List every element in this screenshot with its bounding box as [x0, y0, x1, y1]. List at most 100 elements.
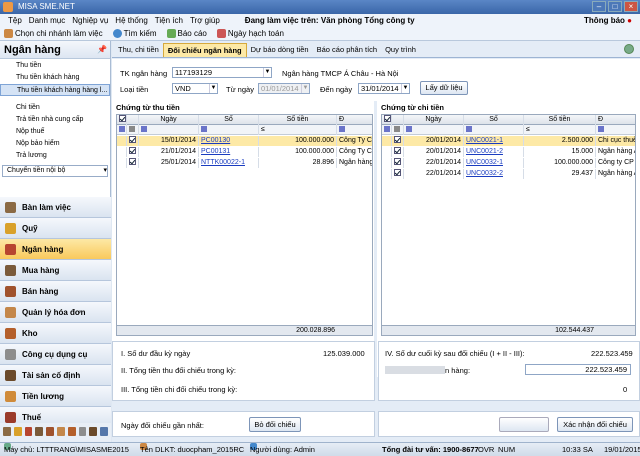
report-button[interactable]: Báo cáo — [166, 27, 207, 40]
row-checkbox[interactable] — [394, 136, 401, 143]
col-number[interactable]: Số — [199, 115, 259, 125]
filter-le-icon[interactable]: ≤ — [259, 125, 337, 135]
filter-icon[interactable] — [598, 126, 604, 133]
col-desc[interactable]: Đ — [596, 115, 635, 125]
table-row[interactable]: 25/01/2014 NTTK00022-1 28.896 Ngân hàng … — [117, 158, 372, 168]
module-desktop[interactable]: Bàn làm việc — [0, 197, 111, 218]
row-checkbox[interactable] — [129, 147, 136, 154]
module-purchase[interactable]: Mua hàng — [0, 260, 111, 281]
filter-icon[interactable] — [394, 126, 400, 133]
filter-icon[interactable] — [466, 126, 472, 133]
filter-icon[interactable] — [406, 126, 412, 133]
module-invoice[interactable]: Quản lý hóa đơn — [0, 302, 111, 323]
shortcut-icon[interactable] — [46, 427, 54, 436]
bank-statement-balance-input[interactable]: 222.523.459 — [525, 364, 631, 375]
tab-process[interactable]: Quy trình — [381, 43, 420, 57]
shortcut-icon[interactable] — [35, 427, 44, 436]
menu-operations[interactable]: Nghiệp vụ — [72, 14, 108, 27]
account-select[interactable]: 117193129 ▼ — [172, 67, 272, 78]
module-tools[interactable]: Công cụ dụng cụ — [0, 344, 111, 365]
choose-branch-button[interactable]: Chọn chi nhánh làm việc — [4, 27, 103, 40]
from-date-field[interactable]: 01/01/2014 ▼ — [258, 83, 310, 94]
currency-select[interactable]: VND ▼ — [172, 83, 218, 94]
table-row[interactable]: 21/01/2014 PC00131 100.000.000 Công Ty C… — [117, 147, 372, 157]
module-fixed-assets[interactable]: Tài sản cố định — [0, 365, 111, 386]
tab-cash-forecast[interactable]: Dự báo dòng tiền — [247, 43, 313, 57]
col-number[interactable]: Số — [464, 115, 524, 125]
shortcut-icon[interactable] — [78, 427, 87, 436]
select-all-checkbox[interactable] — [119, 115, 126, 122]
sidebar-item-receipt[interactable]: Thu tiền — [0, 60, 110, 72]
module-cash[interactable]: Quỹ — [0, 218, 111, 239]
disabled-button[interactable] — [499, 417, 549, 432]
table-row[interactable]: 20/01/2014 UNC0021-1 2.500.000 Chi cục t… — [382, 136, 635, 146]
table-row[interactable]: 22/01/2014 UNC0032-1 100.000.000 Công ty… — [382, 158, 635, 168]
module-sales[interactable]: Bán hàng — [0, 281, 111, 302]
cell-number-link[interactable]: UNC0032-2 — [464, 169, 524, 179]
pin-icon[interactable]: 📌 — [97, 45, 107, 54]
internal-transfer-dropdown[interactable]: Chuyển tiền nội bộ ▾ — [2, 165, 108, 177]
tab-bank-reconciliation[interactable]: Đối chiếu ngân hàng — [162, 43, 247, 57]
module-payroll[interactable]: Tiền lương — [0, 386, 111, 407]
search-button[interactable]: Tìm kiếm — [112, 27, 157, 40]
maximize-button[interactable]: □ — [608, 1, 622, 12]
sidebar-item-tax[interactable]: Nộp thuế — [0, 126, 110, 138]
row-checkbox[interactable] — [394, 158, 401, 165]
select-all-checkbox[interactable] — [384, 115, 391, 122]
sidebar-item-supplier-payment[interactable]: Trả tiền nhà cung cấp — [0, 114, 110, 126]
to-date-field[interactable]: 31/01/2014 ▼ — [358, 83, 410, 94]
menu-utilities[interactable]: Tiện ích — [155, 14, 183, 27]
sidebar-item-salary[interactable]: Trả lương — [0, 150, 110, 162]
shortcut-icon[interactable] — [3, 427, 11, 436]
filter-icon[interactable] — [129, 126, 135, 133]
sidebar-item-bulk-customer-receipt[interactable]: Thu tiền khách hàng hàng l... — [0, 84, 110, 96]
filter-icon[interactable] — [119, 126, 125, 133]
shortcut-icon[interactable] — [56, 427, 65, 436]
filter-icon[interactable] — [201, 126, 207, 133]
sidebar-item-payment[interactable]: Chi tiền — [0, 102, 110, 114]
minimize-button[interactable]: – — [592, 1, 606, 12]
load-data-button[interactable]: Lấy dữ liệu — [420, 81, 468, 95]
col-date[interactable]: Ngày — [404, 115, 464, 125]
menu-help[interactable]: Trợ giúp — [190, 14, 220, 27]
shortcut-icon[interactable] — [24, 427, 33, 436]
col-desc[interactable]: Đ — [337, 115, 372, 125]
col-amount[interactable]: Số tiền — [524, 115, 596, 125]
tab-analysis-report[interactable]: Báo cáo phân tích — [313, 43, 381, 57]
close-button[interactable]: × — [624, 1, 638, 12]
shortcut-icon[interactable] — [13, 427, 22, 436]
confirm-reconcile-button[interactable]: Xác nhận đối chiếu — [557, 417, 633, 432]
row-checkbox[interactable] — [129, 158, 136, 165]
notification-button[interactable]: Thông báo ● — [584, 14, 632, 27]
filter-icon[interactable] — [339, 126, 345, 133]
filter-icon[interactable] — [384, 126, 390, 133]
sidebar-item-insurance[interactable]: Nộp bảo hiểm — [0, 138, 110, 150]
row-checkbox[interactable] — [394, 147, 401, 154]
col-amount[interactable]: Số tiền — [259, 115, 337, 125]
col-date[interactable]: Ngày — [139, 115, 199, 125]
posting-date-button[interactable]: Ngày hạch toán — [216, 27, 284, 40]
module-inventory[interactable]: Kho — [0, 323, 111, 344]
cell-number-link[interactable]: NTTK00022-1 — [199, 158, 259, 168]
expand-icon[interactable] — [100, 427, 108, 436]
table-row[interactable]: 15/01/2014 PC00130 100.000.000 Công Ty C… — [117, 136, 372, 146]
menu-catalog[interactable]: Danh mục — [29, 14, 65, 27]
filter-le-icon[interactable]: ≤ — [524, 125, 596, 135]
module-bank[interactable]: Ngân hàng — [0, 239, 111, 260]
cell-number-link[interactable]: UNC0021-1 — [464, 136, 524, 146]
table-row[interactable]: 22/01/2014 UNC0032-2 29.437 Ngân hàng A — [382, 169, 635, 179]
row-checkbox[interactable] — [394, 169, 401, 176]
table-row[interactable]: 20/01/2014 UNC0021-2 15.000 Ngân hàng A — [382, 147, 635, 157]
tab-cash-flow[interactable]: Thu, chi tiền — [114, 43, 163, 57]
gear-icon[interactable] — [624, 44, 634, 54]
cell-number-link[interactable]: UNC0032-1 — [464, 158, 524, 168]
menu-system[interactable]: Hệ thống — [115, 14, 147, 27]
cell-number-link[interactable]: UNC0021-2 — [464, 147, 524, 157]
shortcut-icon[interactable] — [89, 427, 98, 436]
cell-number-link[interactable]: PC00131 — [199, 147, 259, 157]
cell-number-link[interactable]: PC00130 — [199, 136, 259, 146]
undo-reconcile-button[interactable]: Bỏ đối chiếu — [249, 417, 301, 432]
menu-file[interactable]: Tệp — [8, 14, 22, 27]
shortcut-icon[interactable] — [67, 427, 76, 436]
row-checkbox[interactable] — [129, 136, 136, 143]
